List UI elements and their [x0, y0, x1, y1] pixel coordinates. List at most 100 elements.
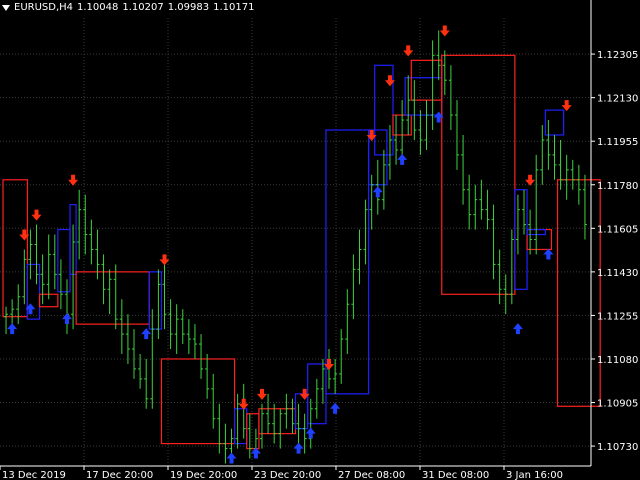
down-arrow-icon	[403, 45, 414, 57]
signal-box	[75, 271, 150, 325]
ohlc-bar	[241, 383, 246, 439]
x-tick-label: 27 Dec 08:00	[338, 470, 405, 480]
ohlc-bar	[22, 249, 27, 305]
ohlc-bar	[64, 279, 69, 335]
signal-box	[258, 408, 297, 435]
ohlc-bar	[266, 393, 271, 434]
ohlc-bar	[296, 403, 301, 444]
ohlc-bar	[247, 413, 252, 459]
ohlc-bar	[369, 174, 374, 230]
ohlc-bar	[534, 154, 539, 255]
ohlc-bar	[387, 125, 392, 180]
signal-box	[556, 179, 601, 407]
ohlc-bar	[339, 329, 344, 384]
y-tick-label: 1.11430	[597, 268, 638, 279]
ohlc-bar	[418, 110, 423, 155]
x-tick-label: 13 Dec 2019	[2, 470, 66, 480]
ohlc-bar	[314, 378, 319, 419]
ohlc-bar	[272, 403, 277, 444]
ohlc-bar	[564, 154, 569, 200]
signal-box	[325, 129, 370, 395]
down-arrow-icon	[525, 174, 536, 186]
ohlc-bar	[28, 229, 33, 280]
ohlc-bar	[52, 234, 57, 290]
x-tick-label: 23 Dec 20:00	[254, 470, 321, 480]
y-tick-label: 1.11080	[597, 355, 638, 366]
y-tick-label: 1.12305	[597, 50, 638, 61]
ohlc-bar	[528, 209, 533, 255]
ohlc-bar	[515, 194, 520, 255]
ohlc-bar	[363, 199, 368, 265]
ohlc-bar	[442, 50, 447, 96]
ohlc-bar	[4, 306, 9, 335]
ohlc-bar	[436, 30, 441, 81]
down-arrow-icon	[439, 25, 450, 37]
down-arrow-icon	[68, 174, 79, 186]
ohlc-bar	[479, 179, 484, 220]
y-tick-label: 1.11255	[597, 311, 638, 322]
signal-box	[246, 413, 260, 450]
ohlc-bar	[509, 229, 514, 305]
ohlc-bar	[174, 304, 179, 354]
ohlc-bar	[485, 189, 490, 230]
ohlc-bar	[46, 234, 51, 300]
ohlc-bar	[162, 264, 167, 330]
ohlc-bar	[119, 299, 124, 354]
ohlc-bar	[448, 65, 453, 130]
ohlc-bar	[40, 254, 45, 305]
ohlc-bar	[217, 403, 222, 454]
y-tick-label: 1.12130	[597, 94, 638, 105]
down-arrow-icon	[561, 100, 572, 112]
ohlc-bar	[16, 284, 21, 325]
ohlc-bar	[320, 358, 325, 404]
ohlc-bar	[58, 259, 63, 310]
up-arrow-icon	[61, 313, 72, 325]
ohlc-bar	[186, 319, 191, 354]
y-tick-label: 1.11955	[597, 137, 638, 148]
ohlc-bar	[290, 398, 295, 434]
ohlc-bar	[345, 289, 350, 354]
up-arrow-icon	[372, 186, 383, 198]
signal-box	[404, 77, 443, 116]
ohlc-bar	[89, 219, 94, 265]
ohlc-bar	[125, 314, 130, 364]
down-arrow-icon	[159, 254, 170, 266]
ohlc-bar	[284, 393, 289, 429]
ohlc-bar	[101, 254, 106, 305]
ohlc-bar	[576, 164, 581, 205]
ohlc-bar	[180, 309, 185, 345]
ohlc-bar	[357, 229, 362, 285]
ohlc-bar	[424, 100, 429, 150]
ohlc-bar	[558, 139, 563, 190]
up-arrow-icon	[305, 427, 316, 439]
ohlc-bar	[491, 204, 496, 280]
ohlc-bar	[430, 40, 435, 130]
signal-box	[410, 59, 443, 101]
ohlc-bar	[168, 299, 173, 350]
x-tick-label: 17 Dec 20:00	[86, 470, 153, 480]
ohlc-bar	[77, 189, 82, 260]
up-arrow-icon	[141, 328, 152, 340]
ohlc-bar	[540, 125, 545, 185]
down-arrow-icon	[238, 398, 249, 410]
y-tick-label: 1.11780	[597, 181, 638, 192]
ohlc-bar	[192, 324, 197, 359]
ohlc-bar	[497, 249, 502, 305]
x-tick-label: 19 Dec 20:00	[170, 470, 237, 480]
up-arrow-icon	[397, 153, 408, 165]
up-arrow-icon	[293, 442, 304, 454]
x-tick-label: 3 Jan 16:00	[506, 470, 563, 480]
ohlc-bar	[454, 100, 459, 170]
up-arrow-icon	[512, 323, 523, 335]
signal-box	[57, 228, 71, 293]
ohlc-bar	[278, 408, 283, 449]
price-axis[interactable]: 1.12305 1.12130 1.11955 1.11780 1.11605 1.114…	[590, 0, 638, 466]
time-axis[interactable]: 13 Dec 2019 17 Dec 20:00 19 Dec 20:00 23 De…	[0, 465, 591, 480]
y-tick-label: 1.10730	[597, 442, 638, 453]
up-arrow-icon	[7, 323, 18, 335]
price-chart[interactable]: 1.12305 1.12130 1.11955 1.11780 1.11605 1.114…	[0, 0, 640, 480]
ohlc-bar	[473, 184, 478, 230]
ohlc-bar	[34, 224, 39, 285]
signal-boxes	[2, 54, 601, 450]
ohlc-bar	[132, 329, 137, 379]
